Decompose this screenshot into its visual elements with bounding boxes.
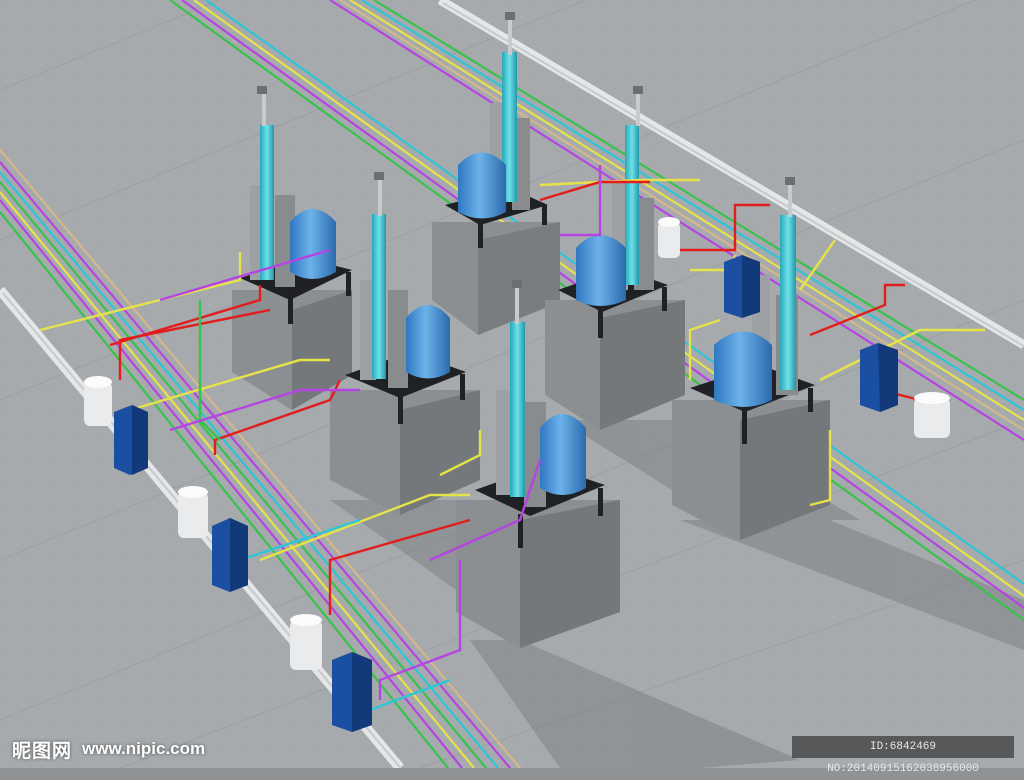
rooftop-plant-scene xyxy=(0,0,1024,768)
watermark-logo-text: 昵图网 xyxy=(12,739,73,762)
watermark-left: 昵图网 www.nipic.com xyxy=(12,736,205,762)
watermark-id-line: ID:6842469 NO:20140915162038956000 xyxy=(792,736,1014,775)
watermark-site-url[interactable]: www.nipic.com xyxy=(82,739,205,759)
